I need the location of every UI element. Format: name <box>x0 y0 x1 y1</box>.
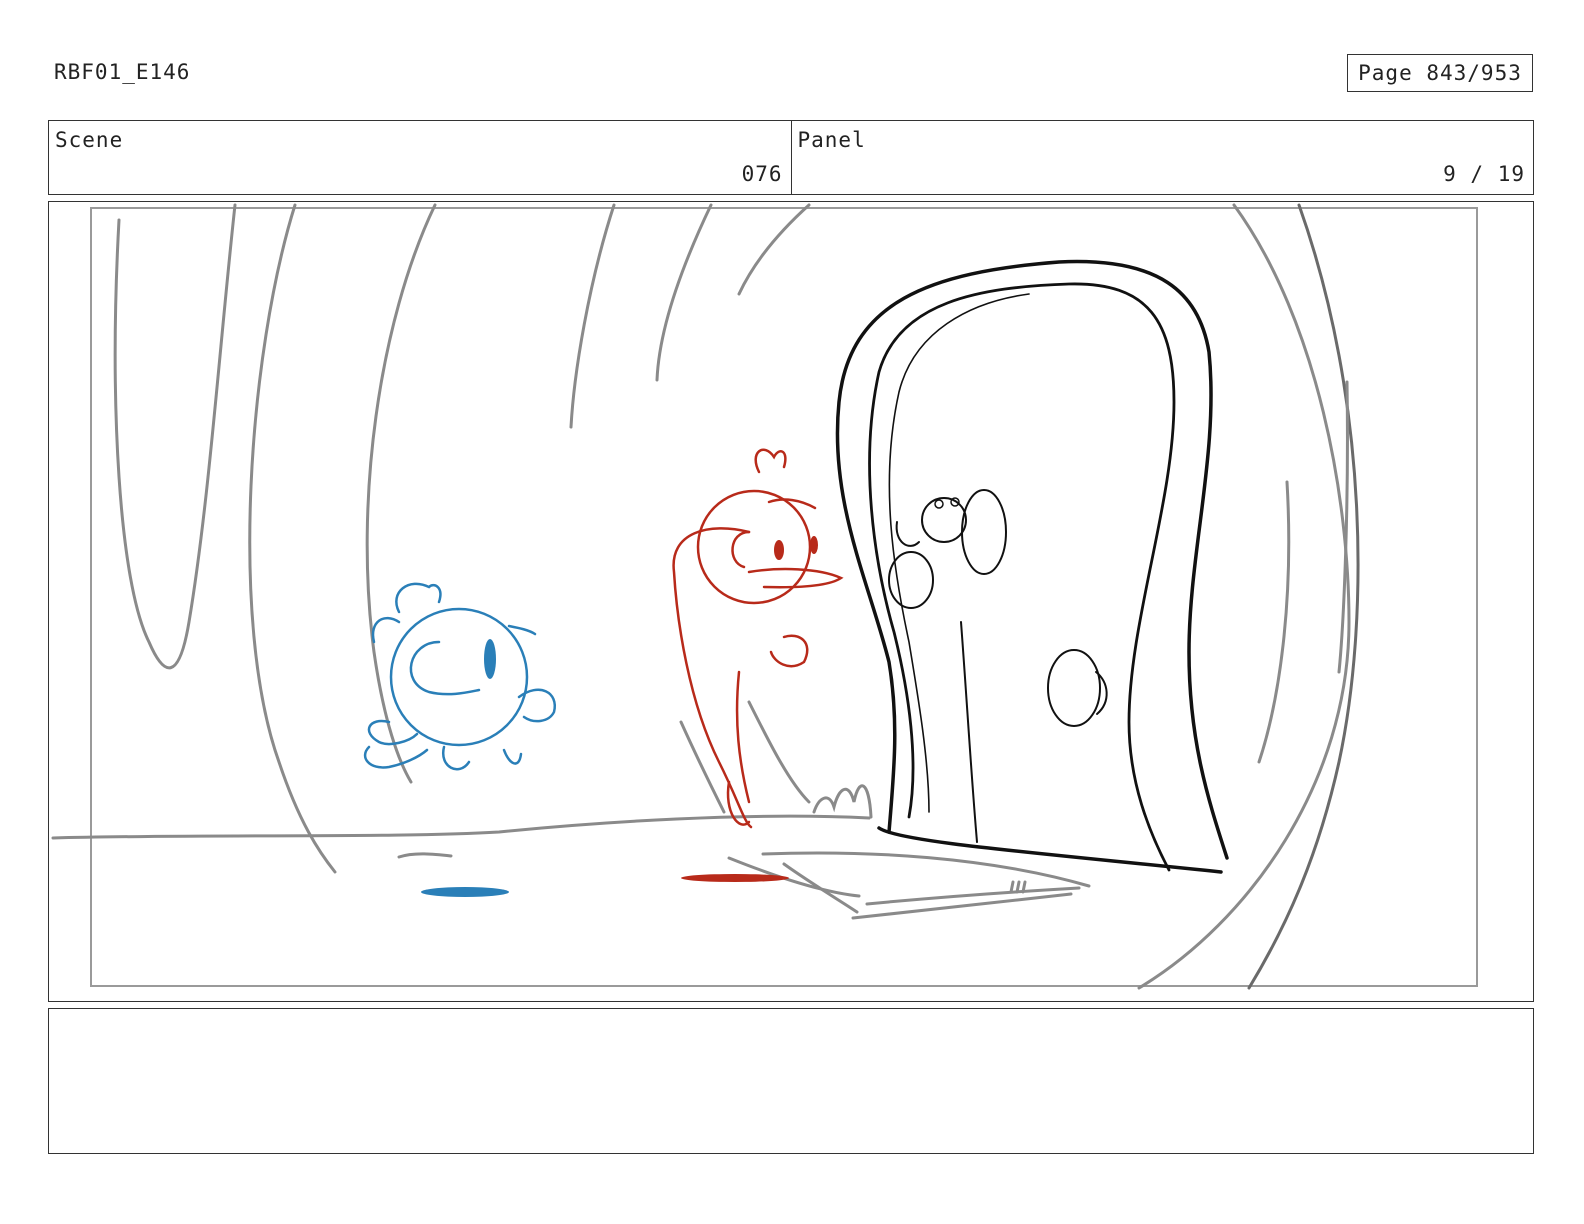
background-sketch <box>51 203 1360 990</box>
blue-character-brow <box>507 624 537 636</box>
knocker-eye <box>934 499 944 509</box>
blue-character-tail <box>517 688 557 723</box>
blue-character-foot <box>502 748 523 765</box>
blue-character-ear <box>395 582 442 614</box>
scene-cell: Scene 076 <box>49 121 791 194</box>
grass-tuft <box>812 784 873 819</box>
blue-character-pupil <box>484 639 496 679</box>
panel-cell: Panel 9 / 19 <box>790 121 1534 194</box>
door-threshold <box>877 826 1223 874</box>
blue-character-eye-area <box>409 640 481 696</box>
page-indicator: Page 843/953 <box>1347 54 1533 92</box>
production-id: RBF01_E146 <box>54 60 191 84</box>
red-character-pupil <box>774 540 784 560</box>
ground-pebble <box>397 852 453 859</box>
red-character-leg <box>735 670 751 804</box>
door-sketch <box>835 259 1229 874</box>
root-stroke <box>747 700 811 804</box>
knocker-plate <box>961 489 1007 575</box>
bg-stroke <box>655 203 713 382</box>
blue-character-ear <box>371 616 401 644</box>
safe-frame <box>90 207 1478 987</box>
bg-stroke <box>569 203 616 429</box>
door-side-line <box>960 621 978 843</box>
knocker-snout <box>895 521 920 547</box>
blue-character-foot <box>441 745 471 771</box>
red-character-eye-area <box>731 530 751 569</box>
panel-label: Panel <box>797 128 866 152</box>
red-character-hand <box>769 634 809 668</box>
red-character-tuft <box>754 448 787 474</box>
panel-notes <box>48 1008 1534 1154</box>
doormat-edge <box>782 862 859 914</box>
bg-stroke <box>1257 480 1291 764</box>
bg-stroke <box>248 203 337 874</box>
bg-stroke <box>737 203 811 296</box>
scene-panel-info: Scene 076 Panel 9 / 19 <box>48 120 1534 195</box>
bg-stroke <box>1137 203 1351 990</box>
red-character-sketch <box>672 448 844 829</box>
scene-label: Scene <box>55 128 124 152</box>
doormat-edge <box>761 851 1091 888</box>
knocker-face <box>921 497 967 543</box>
doorknob <box>1047 649 1101 727</box>
root-stroke <box>679 720 726 814</box>
door-panel <box>868 282 1176 872</box>
knocker-ring <box>888 551 934 609</box>
bg-stroke <box>113 203 237 670</box>
doorknob-shadow <box>1095 671 1108 715</box>
panel-number: 9 / 19 <box>1443 162 1525 186</box>
doormat-fringe <box>1009 880 1027 894</box>
bg-stroke <box>365 203 437 784</box>
blue-character-shadow <box>421 887 509 897</box>
scene-number: 076 <box>741 162 783 186</box>
page-label: Page 843/953 <box>1358 61 1522 85</box>
red-character-shadow <box>681 874 789 882</box>
red-character-pupil <box>810 536 818 554</box>
storyboard-panel <box>48 201 1534 1002</box>
doormat-edge <box>851 892 1073 920</box>
storyboard-sketch <box>51 203 1478 990</box>
blue-character-fills <box>421 639 509 897</box>
